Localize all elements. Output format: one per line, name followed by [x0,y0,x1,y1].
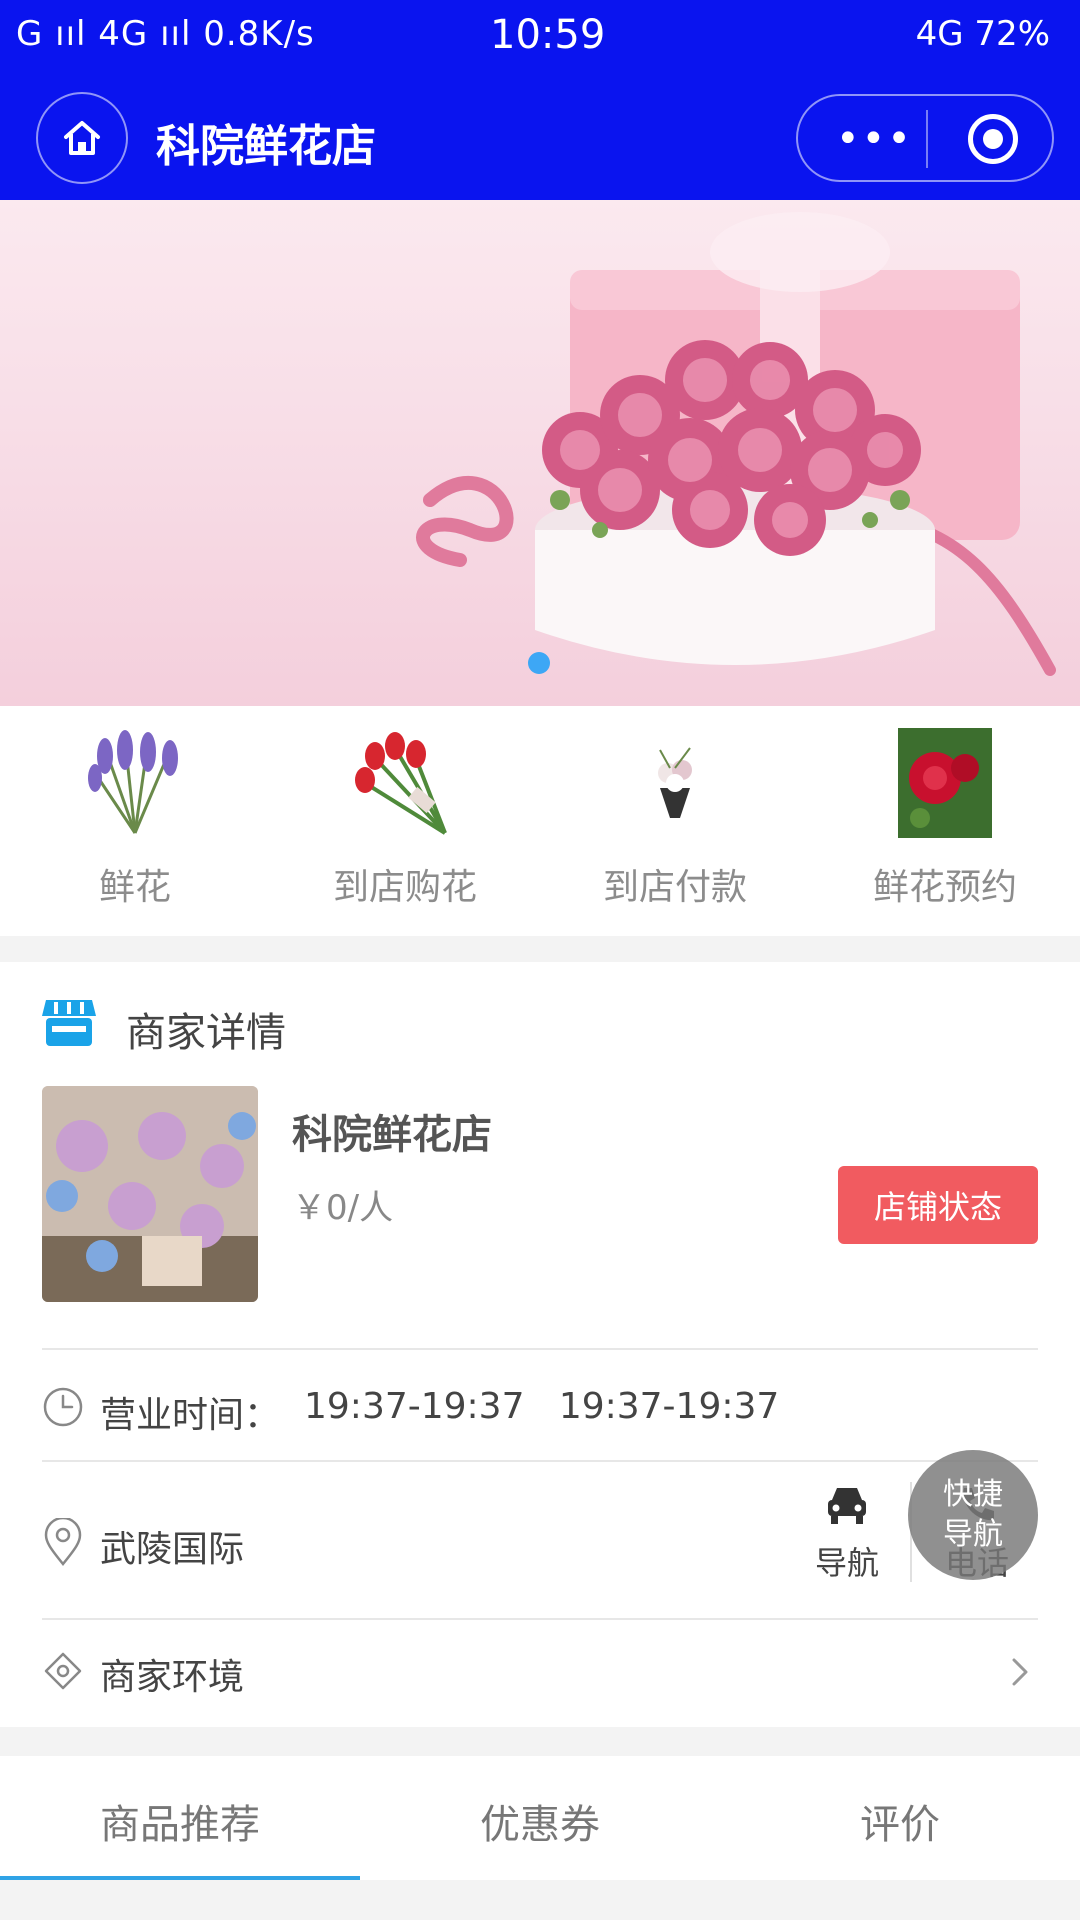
average-price: ￥0/人 [292,1188,394,1228]
more-options-button[interactable]: ••• [836,116,913,162]
quick-nav-line1: 快捷 [943,1477,1003,1512]
divider [42,1618,1038,1620]
home-icon [64,121,100,155]
shop-name: 科院鲜花店 [292,1112,492,1158]
category-item[interactable]: 到店付款 [540,728,810,910]
category-item[interactable]: 到店购花 [270,728,540,910]
divider [42,1348,1038,1350]
tab-coupons[interactable]: 优惠券 [360,1792,720,1850]
tab-bar: 商品推荐 优惠券 评价 [0,1756,1080,1880]
divider [42,1460,1038,1462]
quick-nav-line2: 导航 [943,1517,1003,1552]
lavender-icon [88,730,178,834]
store-icon [42,1000,96,1046]
category-label: 鲜花预约 [872,867,1017,908]
capsule-divider [926,110,928,168]
hours-label: 营业时间： [100,1395,281,1436]
signal-status: G ııl 4G ııl 0.8K/s [16,14,315,54]
rose-icon [898,728,992,838]
store-status-button[interactable]: 店铺状态 [838,1166,1038,1244]
clock: 10:59 [490,12,606,58]
home-button[interactable] [36,92,128,184]
address-text: 武陵国际 [100,1529,245,1570]
category-item[interactable]: 鲜花 [0,728,270,910]
app-header: 科院鲜花店 ••• [0,92,1080,184]
location-pin-icon [44,1518,82,1566]
tab-recommended[interactable]: 商品推荐 [0,1792,360,1850]
section-title: 商家详情 [126,1010,286,1056]
page-title: 科院鲜花店 [156,121,376,172]
battery-status: 4G 72% [915,14,1050,54]
category-item[interactable]: 鲜花预约 [810,728,1080,910]
top-bar: G ııl 4G ııl 0.8K/s 10:59 4G 72% 科院鲜花店 •… [0,0,1080,200]
quick-nav-button[interactable]: 快捷 导航 [908,1450,1038,1580]
clock-icon [43,1387,83,1427]
navigate-button[interactable]: 导航 [800,1482,894,1584]
mini-program-capsule: ••• [796,94,1054,182]
tab-reviews[interactable]: 评价 [720,1792,1080,1850]
environment-pin-icon [44,1652,82,1690]
hours-value: 19:37-19:37 19:37-19:37 [304,1386,780,1427]
shop-photo-image [42,1086,258,1302]
close-miniprogram-button[interactable] [968,114,1018,164]
category-label: 到店付款 [602,867,747,908]
tulip-bouquet-icon [355,732,447,835]
category-grid: 鲜花 到店购花 到店付款 鲜花预约 [0,706,1080,936]
flower-box-illustration [416,212,1056,676]
promo-banner[interactable] [0,200,1080,706]
status-bar: G ııl 4G ııl 0.8K/s 10:59 4G 72% [0,0,1080,75]
merchant-card: 商家详情 科院鲜花店 ￥0/人 店铺状态 营业时间： 19:37-19:37 1… [0,962,1080,1727]
navigate-label: 导航 [814,1544,879,1582]
category-label: 到店购花 [332,867,477,908]
active-tab-indicator [0,1876,360,1880]
carousel-indicator[interactable] [528,652,550,674]
shop-photo[interactable] [42,1086,258,1302]
environment-label[interactable]: 商家环境 [100,1648,244,1700]
car-icon [828,1488,866,1524]
chevron-right-icon[interactable] [1002,1654,1038,1690]
small-bouquet-icon [658,747,692,818]
category-label: 鲜花 [98,867,171,908]
